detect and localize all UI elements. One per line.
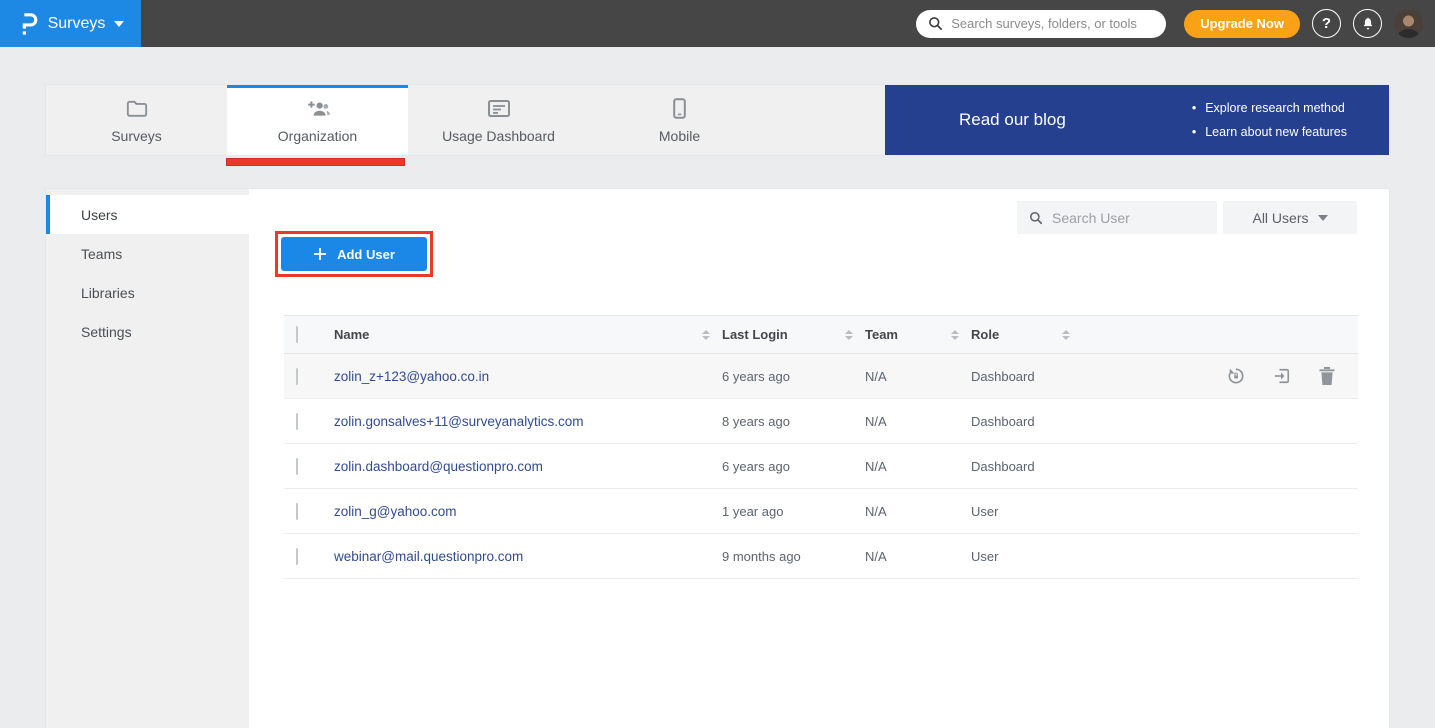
blog-bullet: Explore research method xyxy=(1192,96,1347,120)
team-value: N/A xyxy=(865,414,887,429)
add-user-button[interactable]: Add User xyxy=(281,237,427,271)
tab-mobile[interactable]: Mobile xyxy=(589,85,770,155)
sort-icon[interactable] xyxy=(845,330,853,340)
last-login-value: 6 years ago xyxy=(722,369,790,384)
table-row: zolin_z+123@yahoo.co.in 6 years ago N/A … xyxy=(284,354,1358,399)
header-last-login: Last Login xyxy=(722,327,788,342)
row-checkbox[interactable] xyxy=(296,368,298,385)
sort-icon[interactable] xyxy=(1062,330,1070,340)
tab-label: Usage Dashboard xyxy=(442,128,555,144)
last-login-value: 8 years ago xyxy=(722,414,790,429)
all-users-label: All Users xyxy=(1252,210,1308,226)
folder-icon xyxy=(126,97,148,121)
search-icon xyxy=(1029,211,1043,225)
role-value: User xyxy=(971,504,998,519)
header-name: Name xyxy=(334,327,369,342)
user-filter-row: All Users xyxy=(1017,201,1357,234)
role-value: User xyxy=(971,549,998,564)
sort-icon[interactable] xyxy=(702,330,710,340)
organization-panel: Users Teams Libraries Settings All Users xyxy=(45,188,1390,728)
tab-label: Surveys xyxy=(111,128,162,144)
table-row: webinar@mail.questionpro.com 9 months ag… xyxy=(284,534,1358,579)
plus-icon xyxy=(313,247,327,261)
row-checkbox[interactable] xyxy=(296,548,298,565)
role-value: Dashboard xyxy=(971,414,1035,429)
tab-organization[interactable]: Organization xyxy=(227,85,408,155)
tab-label: Organization xyxy=(278,128,357,144)
blog-banner[interactable]: Read our blog Explore research method Le… xyxy=(885,85,1389,155)
brand-label: Surveys xyxy=(48,15,106,33)
tab-surveys[interactable]: Surveys xyxy=(46,85,227,155)
row-checkbox[interactable] xyxy=(296,503,298,520)
user-email-link[interactable]: zolin_g@yahoo.com xyxy=(334,504,457,519)
user-search[interactable] xyxy=(1017,201,1217,234)
sort-icon[interactable] xyxy=(951,330,959,340)
select-all-checkbox[interactable] xyxy=(296,326,298,343)
row-checkbox[interactable] xyxy=(296,413,298,430)
notifications-button[interactable] xyxy=(1353,9,1382,38)
user-email-link[interactable]: zolin.gonsalves+11@surveyanalytics.com xyxy=(334,414,583,429)
role-value: Dashboard xyxy=(971,369,1035,384)
sidebar-item-users[interactable]: Users xyxy=(46,195,249,234)
all-users-dropdown[interactable]: All Users xyxy=(1223,201,1357,234)
login-as-icon[interactable] xyxy=(1272,366,1292,386)
help-button[interactable]: ? xyxy=(1312,9,1341,38)
users-table-header: Name Last Login Team Role xyxy=(284,315,1358,354)
global-search-input[interactable] xyxy=(951,16,1154,31)
last-login-value: 9 months ago xyxy=(722,549,801,564)
team-value: N/A xyxy=(865,369,887,384)
topbar-actions: Upgrade Now ? xyxy=(916,9,1435,38)
chevron-down-icon xyxy=(114,21,124,27)
org-sidebar: Users Teams Libraries Settings xyxy=(46,189,249,728)
team-value: N/A xyxy=(865,459,887,474)
header-team: Team xyxy=(865,327,898,342)
smartphone-icon xyxy=(673,97,686,121)
users-main: All Users Add User Name xyxy=(249,189,1389,728)
last-login-value: 1 year ago xyxy=(722,504,783,519)
reset-password-icon[interactable] xyxy=(1226,366,1246,386)
questionpro-logo-icon xyxy=(17,12,39,36)
upgrade-now-button[interactable]: Upgrade Now xyxy=(1184,10,1300,38)
blog-banner-title: Read our blog xyxy=(885,110,1066,130)
team-value: N/A xyxy=(865,504,887,519)
table-row: zolin_g@yahoo.com 1 year ago N/A User xyxy=(284,489,1358,534)
chevron-down-icon xyxy=(1318,215,1328,221)
user-email-link[interactable]: zolin_z+123@yahoo.co.in xyxy=(334,369,489,384)
dashboard-card-icon xyxy=(487,97,511,121)
table-row: zolin.dashboard@questionpro.com 6 years … xyxy=(284,444,1358,489)
role-value: Dashboard xyxy=(971,459,1035,474)
blog-banner-bullets: Explore research method Learn about new … xyxy=(1192,96,1389,145)
last-login-value: 6 years ago xyxy=(722,459,790,474)
delete-icon[interactable] xyxy=(1318,366,1336,386)
avatar[interactable] xyxy=(1394,9,1423,38)
annotation-highlight-add-user-button: Add User xyxy=(275,231,433,277)
global-search[interactable] xyxy=(916,10,1166,38)
bell-icon xyxy=(1361,16,1375,31)
search-icon xyxy=(928,16,943,31)
table-row: zolin.gonsalves+11@surveyanalytics.com 8… xyxy=(284,399,1358,444)
sidebar-item-settings[interactable]: Settings xyxy=(46,312,249,351)
help-icon: ? xyxy=(1322,15,1331,32)
annotation-highlight-organization-tab xyxy=(226,158,405,166)
user-email-link[interactable]: zolin.dashboard@questionpro.com xyxy=(334,459,543,474)
module-tabs: Surveys Organization Usage Dashboard Mob… xyxy=(45,84,1390,156)
tab-usage-dashboard[interactable]: Usage Dashboard xyxy=(408,85,589,155)
user-search-input[interactable] xyxy=(1052,210,1205,226)
user-email-link[interactable]: webinar@mail.questionpro.com xyxy=(334,549,523,564)
brand-menu[interactable]: Surveys xyxy=(0,0,141,47)
row-checkbox[interactable] xyxy=(296,458,298,475)
group-add-icon xyxy=(305,97,331,121)
tab-label: Mobile xyxy=(659,128,700,144)
topbar: Surveys Upgrade Now ? xyxy=(0,0,1435,47)
blog-bullet: Learn about new features xyxy=(1192,120,1347,144)
header-role: Role xyxy=(971,327,999,342)
sidebar-item-libraries[interactable]: Libraries xyxy=(46,273,249,312)
team-value: N/A xyxy=(865,549,887,564)
users-table: Name Last Login Team Role xyxy=(284,315,1358,579)
sidebar-item-teams[interactable]: Teams xyxy=(46,234,249,273)
